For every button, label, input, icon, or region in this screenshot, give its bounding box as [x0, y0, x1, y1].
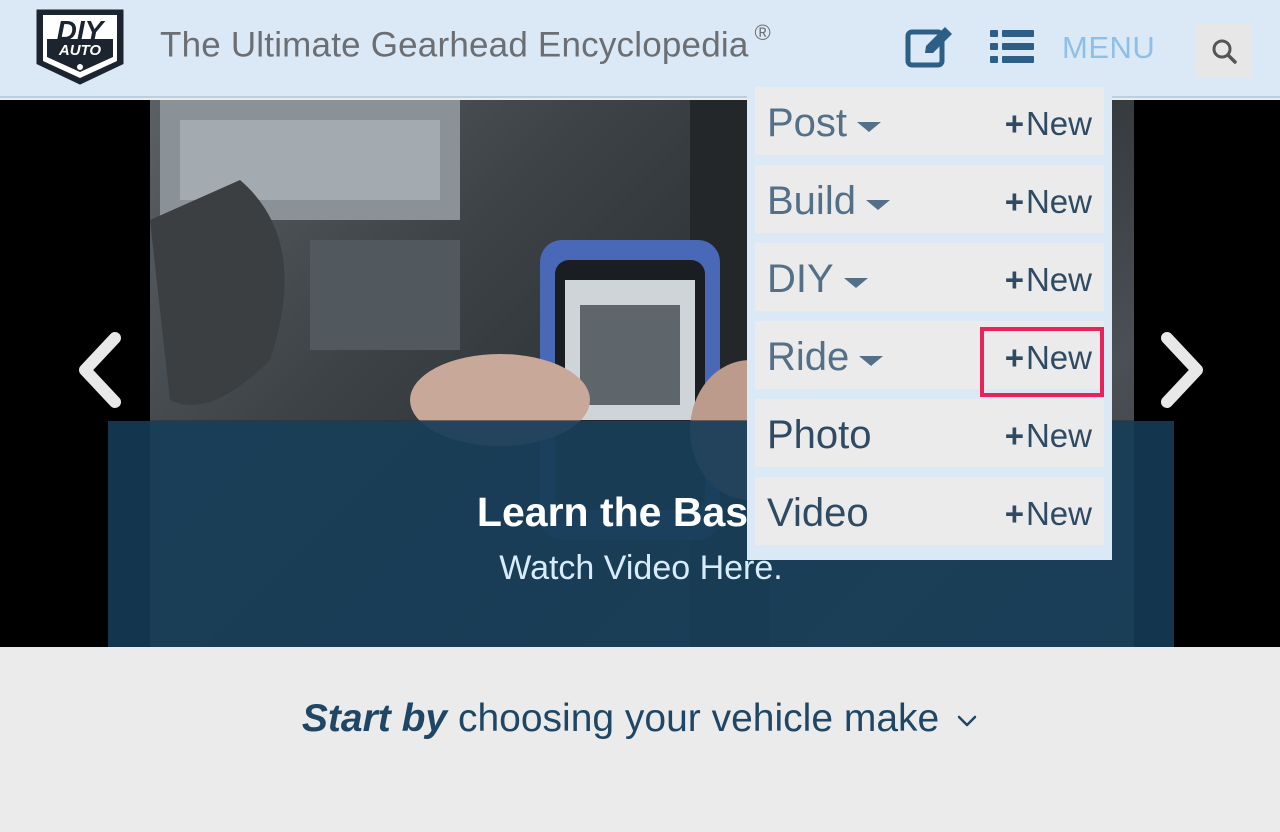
video-menu-item[interactable]: Video: [767, 491, 869, 536]
new-video-button[interactable]: +New: [1005, 495, 1092, 533]
plus-icon: +: [1004, 495, 1024, 532]
caret-down-icon: [843, 277, 868, 288]
chevron-down-icon: [957, 715, 977, 726]
photo-menu-item[interactable]: Photo: [767, 413, 872, 458]
caret-down-icon: [865, 199, 890, 210]
carousel-next-button[interactable]: [1152, 328, 1212, 412]
plus-icon: +: [1004, 417, 1024, 454]
new-photo-label: New: [1025, 417, 1092, 454]
ride-menu-toggle[interactable]: Ride: [767, 335, 884, 380]
carousel-prev-button[interactable]: [70, 328, 130, 412]
choose-vehicle-make-toggle[interactable]: Start by choosing your vehicle make: [0, 697, 1280, 741]
site-title: The Ultimate Gearhead Encyclopedia ®: [160, 20, 771, 66]
build-label: Build: [767, 179, 856, 223]
plus-icon: +: [1004, 261, 1024, 298]
dropdown-item-post: Post +New: [755, 87, 1104, 155]
edit-button[interactable]: [904, 24, 956, 70]
dropdown-item-video: Video +New: [755, 477, 1104, 545]
ride-label: Ride: [767, 335, 850, 379]
edit-icon: [905, 27, 952, 68]
chevron-left-icon: [79, 332, 121, 408]
logo-text-auto: AUTO: [58, 42, 102, 59]
diy-label: DIY: [767, 257, 834, 301]
photo-label: Photo: [767, 413, 872, 457]
new-diy-label: New: [1025, 261, 1092, 298]
diy-menu-toggle[interactable]: DIY: [767, 257, 868, 302]
menu-button[interactable]: MENU: [1062, 30, 1155, 66]
caret-down-icon: [859, 355, 884, 366]
caret-down-icon: [857, 121, 882, 132]
post-label: Post: [767, 101, 848, 145]
new-photo-button[interactable]: +New: [1005, 417, 1092, 455]
registered-mark: ®: [754, 20, 771, 45]
new-video-label: New: [1025, 495, 1092, 532]
search-icon: [1212, 39, 1237, 64]
plus-icon: +: [1004, 105, 1024, 142]
new-build-button[interactable]: +New: [1005, 183, 1092, 221]
highlight-box: [980, 327, 1104, 397]
choose-make-text: choosing your vehicle make: [457, 697, 940, 740]
search-button[interactable]: [1196, 24, 1252, 78]
dropdown-item-diy: DIY +New: [755, 243, 1104, 311]
list-button[interactable]: [986, 24, 1038, 70]
vehicle-make-section: Start by choosing your vehicle make: [0, 647, 1280, 832]
dropdown-item-build: Build +New: [755, 165, 1104, 233]
site-logo[interactable]: DIY AUTO: [32, 9, 128, 87]
create-new-dropdown: Post +New Build +New DIY +New Ride +New …: [747, 84, 1112, 560]
build-menu-toggle[interactable]: Build: [767, 179, 890, 224]
dropdown-item-photo: Photo +New: [755, 399, 1104, 467]
new-build-label: New: [1025, 183, 1092, 220]
post-menu-toggle[interactable]: Post: [767, 101, 882, 146]
site-title-text: The Ultimate Gearhead Encyclopedia: [160, 25, 749, 65]
chevron-right-icon: [1161, 332, 1203, 408]
new-post-button[interactable]: +New: [1005, 105, 1092, 143]
start-by-text: Start by: [301, 697, 448, 740]
new-diy-button[interactable]: +New: [1005, 261, 1092, 299]
new-post-label: New: [1025, 105, 1092, 142]
plus-icon: +: [1004, 183, 1024, 220]
list-icon: [990, 30, 1034, 63]
video-label: Video: [767, 491, 869, 535]
